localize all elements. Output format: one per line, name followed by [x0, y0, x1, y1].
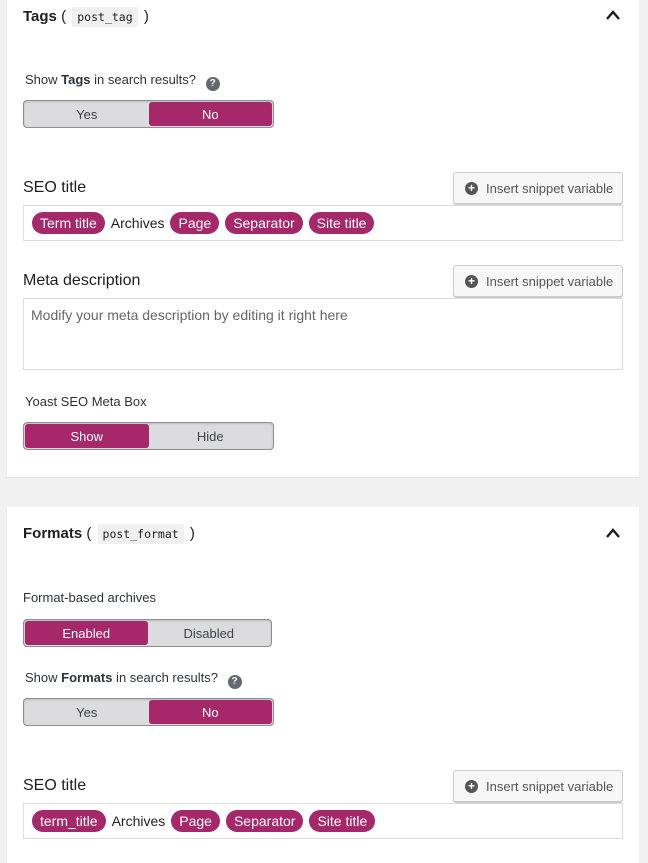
meta-description-placeholder: Modify your meta description by editing … — [31, 307, 348, 323]
toggle-yes[interactable]: Yes — [25, 700, 149, 724]
snippet-token-site-title[interactable]: Site title — [308, 212, 375, 234]
formats-search-question: Show Formats in search results? ? — [25, 670, 242, 689]
metabox-toggle: Show Hide — [23, 422, 274, 450]
toggle-show[interactable]: Show — [25, 424, 149, 448]
paren-close: ) — [189, 525, 195, 542]
help-icon[interactable]: ? — [205, 77, 220, 91]
snippet-token-term-title[interactable]: Term title — [32, 212, 105, 234]
snippet-token-separator[interactable]: Separator — [225, 212, 303, 234]
formats-panel-title: Formats ( post_format ) — [23, 524, 195, 544]
toggle-yes[interactable]: Yes — [25, 102, 149, 126]
snippet-token-page[interactable]: Page — [171, 810, 220, 832]
label-suffix: in search results? — [112, 670, 218, 685]
label-prefix: Show — [25, 670, 62, 685]
label-suffix: in search results? — [90, 72, 197, 87]
panel-title-text: Tags — [23, 8, 57, 25]
seo-title-editor[interactable]: Term title Archives Page Separator Site … — [23, 205, 623, 241]
seo-title-editor[interactable]: term_title Archives Page Separator Site … — [23, 803, 623, 839]
tags-panel-title: Tags ( post_tag ) — [23, 7, 149, 27]
seo-title-label: SEO title — [23, 777, 87, 794]
plain-text-archives: Archives — [111, 813, 166, 829]
formats-search-toggle: Yes No — [23, 698, 274, 726]
plus-circle-icon: + — [465, 779, 478, 793]
toggle-no[interactable]: No — [148, 700, 272, 724]
taxonomy-code: post_format — [97, 524, 184, 544]
format-archives-label: Format-based archives — [23, 590, 156, 605]
tags-settings-panel: Tags ( post_tag ) Show Tags in search re… — [7, 0, 639, 477]
paren-close: ) — [143, 8, 149, 25]
label-bold: Tags — [61, 72, 91, 87]
metabox-label: Yoast SEO Meta Box — [25, 394, 147, 409]
insert-snippet-variable-button[interactable]: + Insert snippet variable — [453, 770, 623, 802]
insert-snippet-variable-button[interactable]: + Insert snippet variable — [453, 265, 623, 297]
help-icon[interactable]: ? — [227, 675, 242, 689]
chevron-up-icon[interactable] — [605, 527, 621, 539]
insert-snippet-variable-button[interactable]: + Insert snippet variable — [453, 172, 623, 204]
snippet-token-site-title[interactable]: Site title — [309, 810, 376, 832]
label-prefix: Show — [25, 72, 62, 87]
plain-text-archives: Archives — [110, 215, 165, 231]
toggle-no[interactable]: No — [148, 102, 272, 126]
plus-circle-icon: + — [465, 274, 478, 288]
toggle-hide[interactable]: Hide — [149, 424, 273, 448]
paren-open: ( — [86, 525, 92, 542]
snippet-token-term-title[interactable]: term_title — [32, 810, 106, 832]
panel-title-text: Formats — [23, 525, 83, 542]
toggle-enabled[interactable]: Enabled — [25, 621, 148, 645]
snippet-token-page[interactable]: Page — [170, 212, 220, 234]
tags-search-question: Show Tags in search results? ? — [25, 72, 220, 91]
meta-description-label: Meta description — [23, 272, 141, 289]
formats-settings-panel: Formats ( post_format ) Format-based arc… — [7, 507, 639, 863]
format-archives-toggle: Enabled Disabled — [23, 619, 272, 647]
plus-circle-icon: + — [465, 181, 478, 195]
toggle-disabled[interactable]: Disabled — [148, 621, 271, 645]
meta-description-editor[interactable]: Modify your meta description by editing … — [23, 298, 623, 370]
tags-search-toggle: Yes No — [23, 100, 274, 128]
paren-open: ( — [61, 8, 67, 25]
button-label: Insert snippet variable — [486, 273, 614, 289]
seo-title-label: SEO title — [23, 179, 87, 196]
button-label: Insert snippet variable — [486, 180, 614, 196]
button-label: Insert snippet variable — [486, 778, 614, 794]
snippet-token-separator[interactable]: Separator — [225, 810, 304, 832]
chevron-up-icon[interactable] — [605, 9, 621, 21]
label-bold: Formats — [61, 670, 113, 685]
taxonomy-code: post_tag — [72, 7, 138, 27]
